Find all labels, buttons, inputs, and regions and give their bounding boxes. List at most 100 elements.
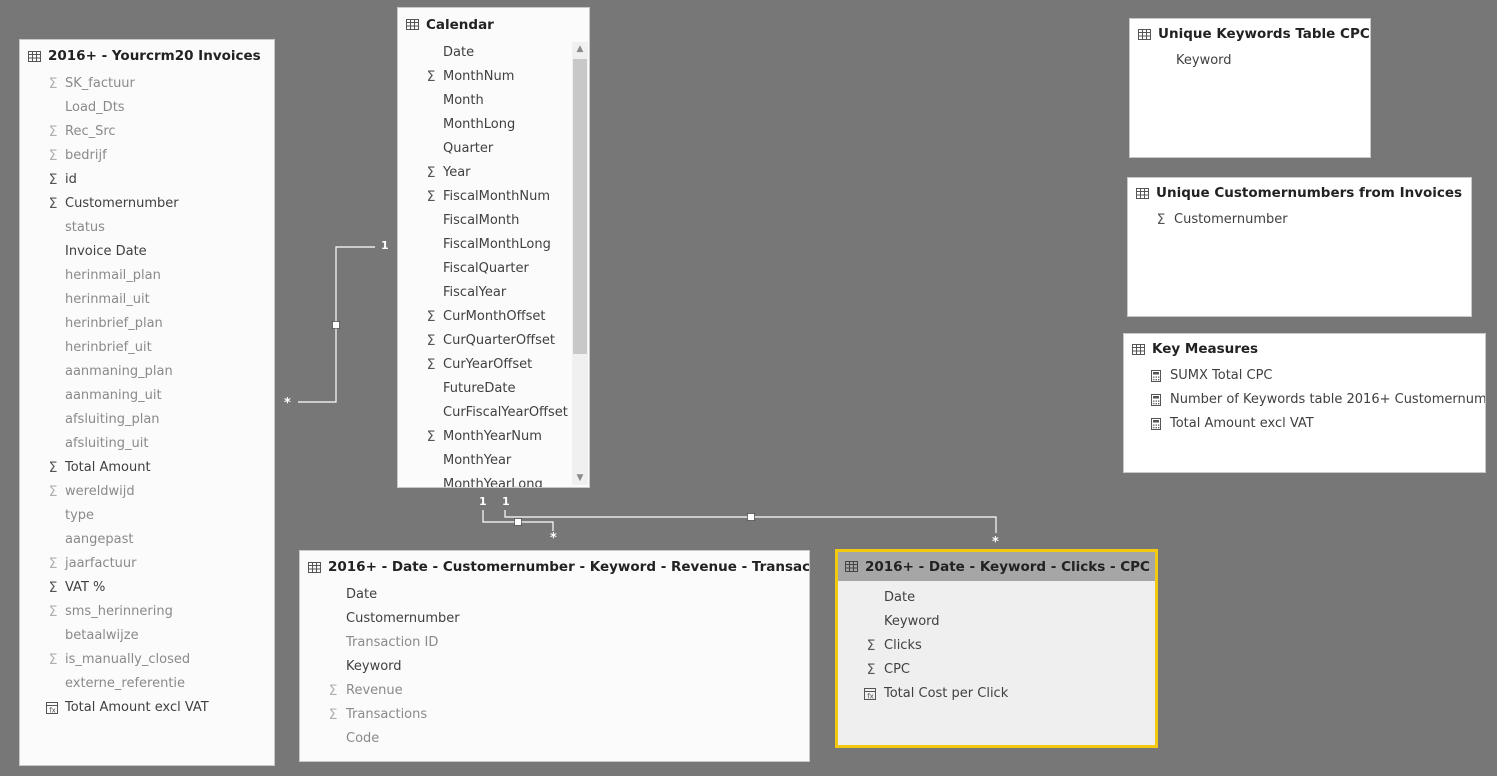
table-card-clicks-cpc[interactable]: 2016+ - Date - Keyword - Clicks - CPC Da… [835,549,1158,748]
table-card-invoices[interactable]: 2016+ - Yourcrm20 Invoices Σ SK_factuur Lo… [19,39,275,766]
sigma-icon: Σ [426,165,436,181]
field-row[interactable]: Month [398,89,589,113]
table-header[interactable]: Unique Customernumbers from Invoices [1128,178,1471,208]
field-row[interactable]: MonthYear [398,449,589,473]
field-row[interactable]: betaalwijze [20,624,274,648]
field-row[interactable]: Σbedrijf [20,144,274,168]
field-row[interactable]: Σwereldwijd [20,480,274,504]
field-name: MonthYearLong [443,477,543,488]
field-name: Total Amount excl VAT [65,700,209,715]
field-row[interactable]: Σ Revenue [300,679,809,703]
field-row[interactable]: MonthYearLong [398,473,589,488]
field-list-scrollbar[interactable]: ▲ ▼ [572,42,588,485]
field-row[interactable]: Σ FiscalMonthNum [398,185,589,209]
sigma-icon: Σ [48,196,58,212]
field-row[interactable]: Quarter [398,137,589,161]
field-name: Clicks [884,638,922,653]
field-row[interactable]: Σis_manually_closed [20,648,274,672]
table-header[interactable]: Calendar [398,8,589,41]
field-row[interactable]: aanmaning_uit [20,384,274,408]
table-header[interactable]: Unique Keywords Table CPC [1130,19,1370,49]
field-row[interactable]: Keyword [838,610,1155,634]
field-row[interactable]: Σid [20,168,274,192]
field-row[interactable]: Σjaarfactuur [20,552,274,576]
field-row[interactable]: Σ Customernumber [20,192,274,216]
field-row[interactable]: Customernumber [300,607,809,631]
field-row[interactable]: FiscalMonthLong [398,233,589,257]
field-name: FiscalMonthLong [443,237,551,252]
field-row[interactable]: Σ VAT % [20,576,274,600]
field-row[interactable]: Σ Customernumber [1128,208,1471,232]
field-name: MonthNum [443,69,515,84]
field-row[interactable]: Σ Total Amount [20,456,274,480]
field-row[interactable]: Date [838,586,1155,610]
field-row[interactable]: Number of Keywords table 2016+ Customern… [1124,388,1485,412]
field-row[interactable]: aanmaning_plan [20,360,274,384]
field-row[interactable]: Load_Dts [20,96,274,120]
field-row[interactable]: FiscalMonth [398,209,589,233]
table-card-key-measures[interactable]: Key Measures SUMX Total CPC Number of Key… [1123,333,1486,473]
table-header[interactable]: 2016+ - Yourcrm20 Invoices [20,40,274,72]
table-icon [1136,187,1149,199]
table-header[interactable]: 2016+ - Date - Customernumber - Keyword … [300,551,809,583]
table-card-calendar[interactable]: Calendar Date Σ MonthNum Month MonthLong Quar… [397,7,590,488]
field-row[interactable]: Σsms_herinnering [20,600,274,624]
field-name: Number of Keywords table 2016+ Customern… [1170,392,1486,407]
field-row[interactable]: Code [300,727,809,751]
field-row[interactable]: aangepast [20,528,274,552]
field-row[interactable]: Σ CurMonthOffset [398,305,589,329]
field-row[interactable]: Σ Year [398,161,589,185]
field-row[interactable]: Σ MonthNum [398,65,589,89]
field-row[interactable]: externe_referentie [20,672,274,696]
field-row[interactable]: Date [300,583,809,607]
field-name: Customernumber [65,196,179,211]
field-row[interactable]: Σ Clicks [838,634,1155,658]
field-row[interactable]: fx Total Cost per Click [838,682,1155,706]
field-row[interactable]: herinbrief_uit [20,336,274,360]
field-row[interactable]: FutureDate [398,377,589,401]
table-title: Unique Keywords Table CPC [1158,26,1370,42]
field-row[interactable]: afsluiting_uit [20,432,274,456]
field-row[interactable]: herinbrief_plan [20,312,274,336]
field-row[interactable]: Σ MonthYearNum [398,425,589,449]
field-row[interactable]: Σ Rec_Src [20,120,274,144]
field-row[interactable]: Keyword [1130,49,1370,73]
field-name: Revenue [346,683,403,698]
field-name: FiscalMonth [443,213,520,228]
table-card-revenue-transactions[interactable]: 2016+ - Date - Customernumber - Keyword … [299,550,810,762]
field-row[interactable]: Keyword [300,655,809,679]
field-row[interactable]: Invoice Date [20,240,274,264]
field-row[interactable]: type [20,504,274,528]
field-row[interactable]: Date [398,41,589,65]
field-row[interactable]: MonthLong [398,113,589,137]
field-row[interactable]: afsluiting_plan [20,408,274,432]
field-row[interactable]: Σ SK_factuur [20,72,274,96]
scroll-down-arrow-icon[interactable]: ▼ [572,471,588,485]
table-card-unique-customernumbers[interactable]: Unique Customernumbers from Invoices Σ Cu… [1127,177,1472,317]
scroll-up-arrow-icon[interactable]: ▲ [572,42,588,56]
field-row[interactable]: herinmail_plan [20,264,274,288]
table-header[interactable]: Key Measures [1124,334,1485,364]
scroll-thumb[interactable] [573,59,587,354]
field-row[interactable]: FiscalQuarter [398,257,589,281]
relationship-line-calendar-invoices [298,246,375,403]
field-row[interactable]: Σ Transactions [300,703,809,727]
field-row[interactable]: SUMX Total CPC [1124,364,1485,388]
field-row[interactable]: status [20,216,274,240]
field-row[interactable]: Transaction ID [300,631,809,655]
field-name: herinbrief_uit [65,340,152,355]
field-name: herinmail_plan [65,268,161,283]
table-header[interactable]: 2016+ - Date - Keyword - Clicks - CPC [838,552,1155,581]
field-row[interactable]: CurFiscalYearOffset [398,401,589,425]
field-row[interactable]: fx Total Amount excl VAT [20,696,274,720]
field-row[interactable]: Total Amount excl VAT [1124,412,1485,436]
field-name: FutureDate [443,381,516,396]
field-name: Transaction ID [346,635,439,650]
field-row[interactable]: herinmail_uit [20,288,274,312]
field-row[interactable]: Σ CPC [838,658,1155,682]
field-row[interactable]: Σ CurQuarterOffset [398,329,589,353]
field-row[interactable]: FiscalYear [398,281,589,305]
sigma-icon: Σ [426,69,436,85]
field-row[interactable]: Σ CurYearOffset [398,353,589,377]
table-card-unique-keywords[interactable]: Unique Keywords Table CPC Keyword [1129,18,1371,158]
